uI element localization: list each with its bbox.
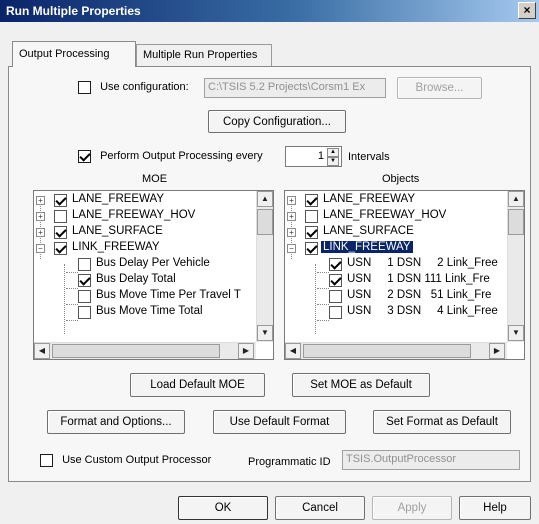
load-default-moe-button[interactable]: Load Default MOE [130, 373, 265, 397]
window-title: Run Multiple Properties [6, 4, 141, 18]
tab-label: Multiple Run Properties [143, 49, 258, 61]
tree-checkbox[interactable] [329, 258, 342, 271]
intervals-label: Intervals [348, 151, 390, 163]
configuration-path-field[interactable]: C:\TSIS 5.2 Projects\Corsm1 Ex [204, 78, 386, 98]
interval-stepper[interactable]: 1 ▲ ▼ [285, 146, 342, 167]
expand-icon[interactable]: + [36, 196, 45, 205]
tree-item-label: USN 3 DSN 4 Link_Free [347, 305, 498, 317]
title-bar: Run Multiple Properties × [0, 0, 539, 22]
scroll-thumb[interactable] [52, 344, 220, 358]
spin-down-icon[interactable]: ▼ [327, 157, 339, 166]
collapse-icon[interactable]: − [36, 244, 45, 253]
tree-item-label: LINK_FREEWAY [321, 241, 413, 253]
scroll-right-icon[interactable]: ▶ [489, 343, 505, 359]
browse-button[interactable]: Browse... [397, 77, 482, 99]
tree-checkbox[interactable] [305, 194, 318, 207]
checkbox-box[interactable] [78, 81, 91, 94]
scroll-thumb[interactable] [303, 344, 471, 358]
set-moe-default-button[interactable]: Set MOE as Default [292, 373, 430, 397]
tree-item-label: LINK_FREEWAY [72, 241, 160, 253]
use-custom-processor-checkbox[interactable]: Use Custom Output Processor [40, 454, 211, 467]
copy-configuration-button[interactable]: Copy Configuration... [208, 110, 346, 133]
tab-output-processing[interactable]: Output Processing [12, 41, 136, 67]
expand-icon[interactable]: + [36, 228, 45, 237]
objects-header: Objects [382, 173, 420, 185]
tree-item-label: USN 1 DSN 111 Link_Fre [347, 273, 490, 285]
moe-vertical-scrollbar[interactable]: ▲ ▼ [256, 191, 273, 342]
scroll-right-icon[interactable]: ▶ [238, 343, 254, 359]
use-custom-processor-label: Use Custom Output Processor [62, 454, 212, 467]
apply-button[interactable]: Apply [372, 496, 452, 520]
tree-item-label: LANE_FREEWAY_HOV [72, 209, 196, 221]
tree-checkbox[interactable] [78, 290, 91, 303]
cancel-button[interactable]: Cancel [275, 496, 365, 520]
tree-item-label: Bus Move Time Total [96, 305, 203, 317]
programmatic-id-label: Programmatic ID [248, 456, 331, 468]
tree-checkbox[interactable] [329, 290, 342, 303]
tree-checkbox[interactable] [54, 226, 67, 239]
scroll-thumb[interactable] [508, 209, 524, 235]
scroll-thumb[interactable] [257, 209, 273, 235]
objects-horizontal-scrollbar[interactable]: ◀ ▶ [285, 342, 507, 359]
moe-tree[interactable]: + LANE_FREEWAY + LANE_FREEWAY_HOV + LANE… [33, 190, 274, 360]
checkbox-box[interactable] [40, 454, 53, 467]
tree-item-label: Bus Delay Total [96, 273, 176, 285]
ok-button[interactable]: OK [178, 496, 268, 520]
scroll-down-icon[interactable]: ▼ [508, 325, 524, 341]
tree-checkbox[interactable] [54, 242, 67, 255]
use-configuration-label: Use configuration: [100, 81, 189, 94]
perform-output-processing-checkbox[interactable]: Perform Output Processing every [78, 150, 263, 163]
dialog-window: Run Multiple Properties × Output Process… [0, 0, 539, 524]
tree-checkbox[interactable] [305, 210, 318, 223]
help-button[interactable]: Help [459, 496, 531, 520]
tree-checkbox[interactable] [305, 242, 318, 255]
tree-checkbox[interactable] [54, 210, 67, 223]
tree-item-label: Bus Delay Per Vehicle [96, 257, 210, 269]
tree-checkbox[interactable] [54, 194, 67, 207]
checkbox-box[interactable] [78, 150, 91, 163]
use-default-format-button[interactable]: Use Default Format [213, 410, 346, 434]
objects-vertical-scrollbar[interactable]: ▲ ▼ [507, 191, 524, 342]
tree-checkbox[interactable] [329, 274, 342, 287]
tree-item-label: USN 1 DSN 2 Link_Free [347, 257, 498, 269]
use-configuration-checkbox[interactable]: Use configuration: [78, 81, 189, 94]
expand-icon[interactable]: + [287, 196, 296, 205]
expand-icon[interactable]: + [287, 212, 296, 221]
tree-checkbox[interactable] [305, 226, 318, 239]
scroll-up-icon[interactable]: ▲ [257, 191, 273, 207]
interval-value: 1 [317, 150, 324, 162]
moe-horizontal-scrollbar[interactable]: ◀ ▶ [34, 342, 256, 359]
set-format-default-button[interactable]: Set Format as Default [373, 410, 511, 434]
expand-icon[interactable]: + [36, 212, 45, 221]
perform-output-processing-label: Perform Output Processing every [100, 150, 263, 163]
tree-item-label: LANE_SURFACE [72, 225, 163, 237]
tab-multiple-run-properties[interactable]: Multiple Run Properties [136, 44, 272, 66]
collapse-icon[interactable]: − [287, 244, 296, 253]
programmatic-id-field[interactable]: TSIS.OutputProcessor [342, 450, 520, 470]
tree-item-label: LANE_FREEWAY [72, 193, 165, 205]
tree-checkbox[interactable] [329, 306, 342, 319]
tree-checkbox[interactable] [78, 274, 91, 287]
expand-icon[interactable]: + [287, 228, 296, 237]
scroll-up-icon[interactable]: ▲ [508, 191, 524, 207]
tree-item-label: LANE_FREEWAY_HOV [323, 209, 447, 221]
tree-item-label: Bus Move Time Per Travel T [96, 289, 241, 301]
spin-up-icon[interactable]: ▲ [327, 148, 339, 157]
objects-tree[interactable]: + LANE_FREEWAY + LANE_FREEWAY_HOV + LANE… [284, 190, 525, 360]
moe-header: MOE [142, 173, 168, 185]
close-icon[interactable]: × [518, 2, 536, 19]
tree-item-label: LANE_SURFACE [323, 225, 414, 237]
tree-checkbox[interactable] [78, 306, 91, 319]
scroll-down-icon[interactable]: ▼ [257, 325, 273, 341]
tab-label: Output Processing [19, 48, 110, 60]
tree-item-label: USN 2 DSN 51 Link_Fre [347, 289, 492, 301]
scroll-left-icon[interactable]: ◀ [34, 343, 50, 359]
scroll-left-icon[interactable]: ◀ [285, 343, 301, 359]
tree-item-label: LANE_FREEWAY [323, 193, 416, 205]
format-options-button[interactable]: Format and Options... [47, 410, 185, 434]
tree-checkbox[interactable] [78, 258, 91, 271]
